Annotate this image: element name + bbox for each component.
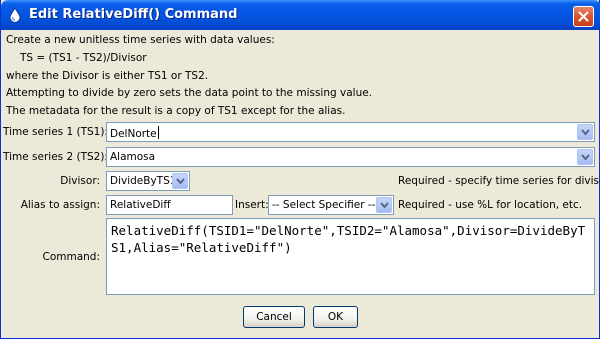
specifier-dropdown-button[interactable]	[376, 197, 392, 213]
ts2-combobox[interactable]: Alamosa	[106, 147, 595, 167]
chevron-down-icon	[176, 178, 185, 185]
close-button[interactable]	[573, 6, 594, 27]
edit-command-dialog: Edit RelativeDiff() Command Create a new…	[0, 0, 600, 339]
divisor-combobox[interactable]: DivideByTS1	[106, 171, 190, 191]
command-textarea[interactable]: RelativeDiff(TSID1="DelNorte",TSID2="Ala…	[106, 218, 595, 295]
alias-value: RelativeDiff	[110, 199, 171, 211]
command-label: Command:	[42, 251, 100, 263]
divisor-note: Required - specify time series for divis…	[398, 175, 600, 187]
ts2-value: Alamosa	[110, 151, 156, 163]
close-icon	[578, 11, 589, 22]
ts1-dropdown-button[interactable]	[577, 124, 593, 140]
description-line-5: The metadata for the result is a copy of…	[6, 105, 346, 117]
ts1-label: Time series 1 (TS1):	[3, 126, 108, 138]
specifier-combobox[interactable]: -- Select Specifier --	[268, 195, 394, 215]
ts1-combobox[interactable]: DelNorte	[106, 122, 595, 142]
divisor-value: DivideByTS1	[110, 175, 177, 187]
description-line-3: where the Divisor is either TS1 or TS2.	[6, 70, 209, 82]
ok-button[interactable]: OK	[313, 306, 358, 328]
window-title: Edit RelativeDiff() Command	[29, 7, 238, 22]
ts2-label: Time series 2 (TS2):	[3, 151, 108, 163]
alias-note: Required - use %L for location, etc.	[398, 199, 583, 211]
specifier-value: -- Select Specifier --	[272, 199, 376, 211]
alias-input[interactable]: RelativeDiff	[106, 195, 233, 215]
cancel-button[interactable]: Cancel	[243, 306, 305, 328]
ts2-dropdown-button[interactable]	[577, 149, 593, 165]
chevron-down-icon	[581, 129, 590, 136]
dialog-content: Create a new unitless time series with d…	[1, 30, 600, 338]
alias-label: Alias to assign:	[20, 199, 100, 211]
divisor-dropdown-button[interactable]	[172, 173, 188, 189]
description-line-1: Create a new unitless time series with d…	[6, 34, 275, 46]
chevron-down-icon	[581, 154, 590, 161]
description-line-2: TS = (TS1 - TS2)/Divisor	[20, 52, 147, 64]
insert-label: Insert:	[235, 199, 269, 211]
title-bar[interactable]: Edit RelativeDiff() Command	[1, 0, 600, 30]
chevron-down-icon	[380, 202, 389, 209]
description-line-4: Attempting to divide by zero sets the da…	[6, 87, 373, 99]
droplet-icon	[9, 7, 21, 23]
ts1-value: DelNorte	[110, 126, 159, 140]
divisor-label: Divisor:	[60, 175, 100, 187]
